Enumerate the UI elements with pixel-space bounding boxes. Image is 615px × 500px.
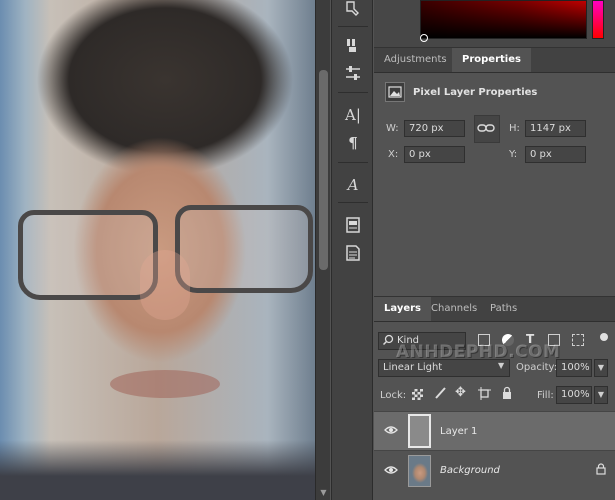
color-picker-marker[interactable] xyxy=(420,34,428,42)
tool-separator xyxy=(338,92,368,93)
lock-label: Lock: xyxy=(380,390,407,401)
layers-tab-bar: Layers Channels Paths xyxy=(374,296,615,322)
background-layer-thumbnail xyxy=(408,455,431,487)
tool-separator xyxy=(338,162,368,163)
layer-row-layer-1[interactable]: Layer 1 xyxy=(374,411,615,451)
eye-visibility-icon[interactable] xyxy=(384,424,398,436)
eye-visibility-icon[interactable] xyxy=(384,464,398,476)
adjustment-sliders-icon[interactable] xyxy=(341,62,365,84)
glyphs-panel-icon[interactable]: A xyxy=(341,174,365,196)
filter-toggle-icon[interactable] xyxy=(600,333,608,341)
x-label: X: xyxy=(388,149,399,160)
height-label: H: xyxy=(509,123,520,134)
scrollbar-thumb[interactable] xyxy=(319,70,328,270)
fill-field[interactable]: 100% xyxy=(556,386,592,404)
pixel-layer-icon xyxy=(385,82,405,102)
path-selection-tool-icon[interactable] xyxy=(341,0,365,20)
x-position-field[interactable]: 0 px xyxy=(404,146,465,163)
blend-mode-dropdown[interactable]: Linear Light xyxy=(378,359,510,377)
notes-panel-icon[interactable] xyxy=(341,214,365,236)
tab-adjustments[interactable]: Adjustments xyxy=(374,48,457,72)
document-info-icon[interactable] xyxy=(341,242,365,264)
color-saturation-field[interactable] xyxy=(420,0,587,39)
layer-name[interactable]: Background xyxy=(440,465,500,476)
width-field[interactable]: 720 px xyxy=(404,120,465,137)
canvas-nose xyxy=(140,250,190,320)
color-picker-panel xyxy=(374,0,615,47)
chain-link-icon xyxy=(477,124,495,132)
character-panel-icon[interactable]: A| xyxy=(341,104,365,126)
properties-title: Pixel Layer Properties xyxy=(413,87,538,98)
properties-tab-bar: Adjustments Properties xyxy=(374,47,615,73)
layer-row-background[interactable]: Background xyxy=(374,450,615,491)
lock-image-pixels-icon[interactable] xyxy=(433,386,447,400)
opacity-label: Opacity: xyxy=(516,362,558,373)
opacity-field[interactable]: 100% xyxy=(556,359,592,377)
tool-separator xyxy=(338,202,368,203)
width-label: W: xyxy=(386,123,399,134)
lock-all-icon[interactable] xyxy=(501,386,513,400)
layer-thumbnail xyxy=(408,414,431,448)
tab-paths[interactable]: Paths xyxy=(480,297,527,321)
tab-properties[interactable]: Properties xyxy=(452,48,531,72)
canvas-glasses-left xyxy=(18,210,158,300)
height-field[interactable]: 1147 px xyxy=(525,120,586,137)
layer-name[interactable]: Layer 1 xyxy=(440,426,477,437)
canvas-glasses-right xyxy=(175,205,313,293)
fill-label: Fill: xyxy=(537,390,554,401)
lock-transparent-pixels-icon[interactable] xyxy=(412,389,423,400)
canvas-vertical-scrollbar[interactable]: ▼ xyxy=(315,0,330,500)
fill-dropdown-chevron-icon[interactable]: ▼ xyxy=(594,386,608,404)
lock-artboard-icon[interactable] xyxy=(478,387,491,400)
brush-presets-icon[interactable] xyxy=(341,34,365,56)
canvas-shirt xyxy=(0,440,315,500)
opacity-dropdown-chevron-icon[interactable]: ▼ xyxy=(594,359,608,377)
y-position-field[interactable]: 0 px xyxy=(525,146,586,163)
paragraph-panel-icon[interactable]: ¶ xyxy=(341,132,365,154)
lock-position-icon[interactable]: ✥ xyxy=(455,386,469,400)
y-label: Y: xyxy=(509,149,518,160)
canvas-mouth xyxy=(110,370,220,398)
tool-separator xyxy=(338,26,368,27)
blend-mode-chevron-down-icon: ▼ xyxy=(498,361,505,370)
layer-lock-icon[interactable] xyxy=(596,463,606,475)
scroll-down-arrow-icon[interactable]: ▼ xyxy=(319,488,328,497)
search-icon xyxy=(382,334,394,346)
hue-slider[interactable] xyxy=(592,0,604,39)
document-canvas[interactable] xyxy=(0,0,315,500)
filter-smart-objects-icon[interactable] xyxy=(572,334,584,346)
tab-channels[interactable]: Channels xyxy=(421,297,487,321)
link-dimensions-button[interactable] xyxy=(474,115,500,143)
panel-icon-column: A| ¶ A xyxy=(331,0,373,500)
